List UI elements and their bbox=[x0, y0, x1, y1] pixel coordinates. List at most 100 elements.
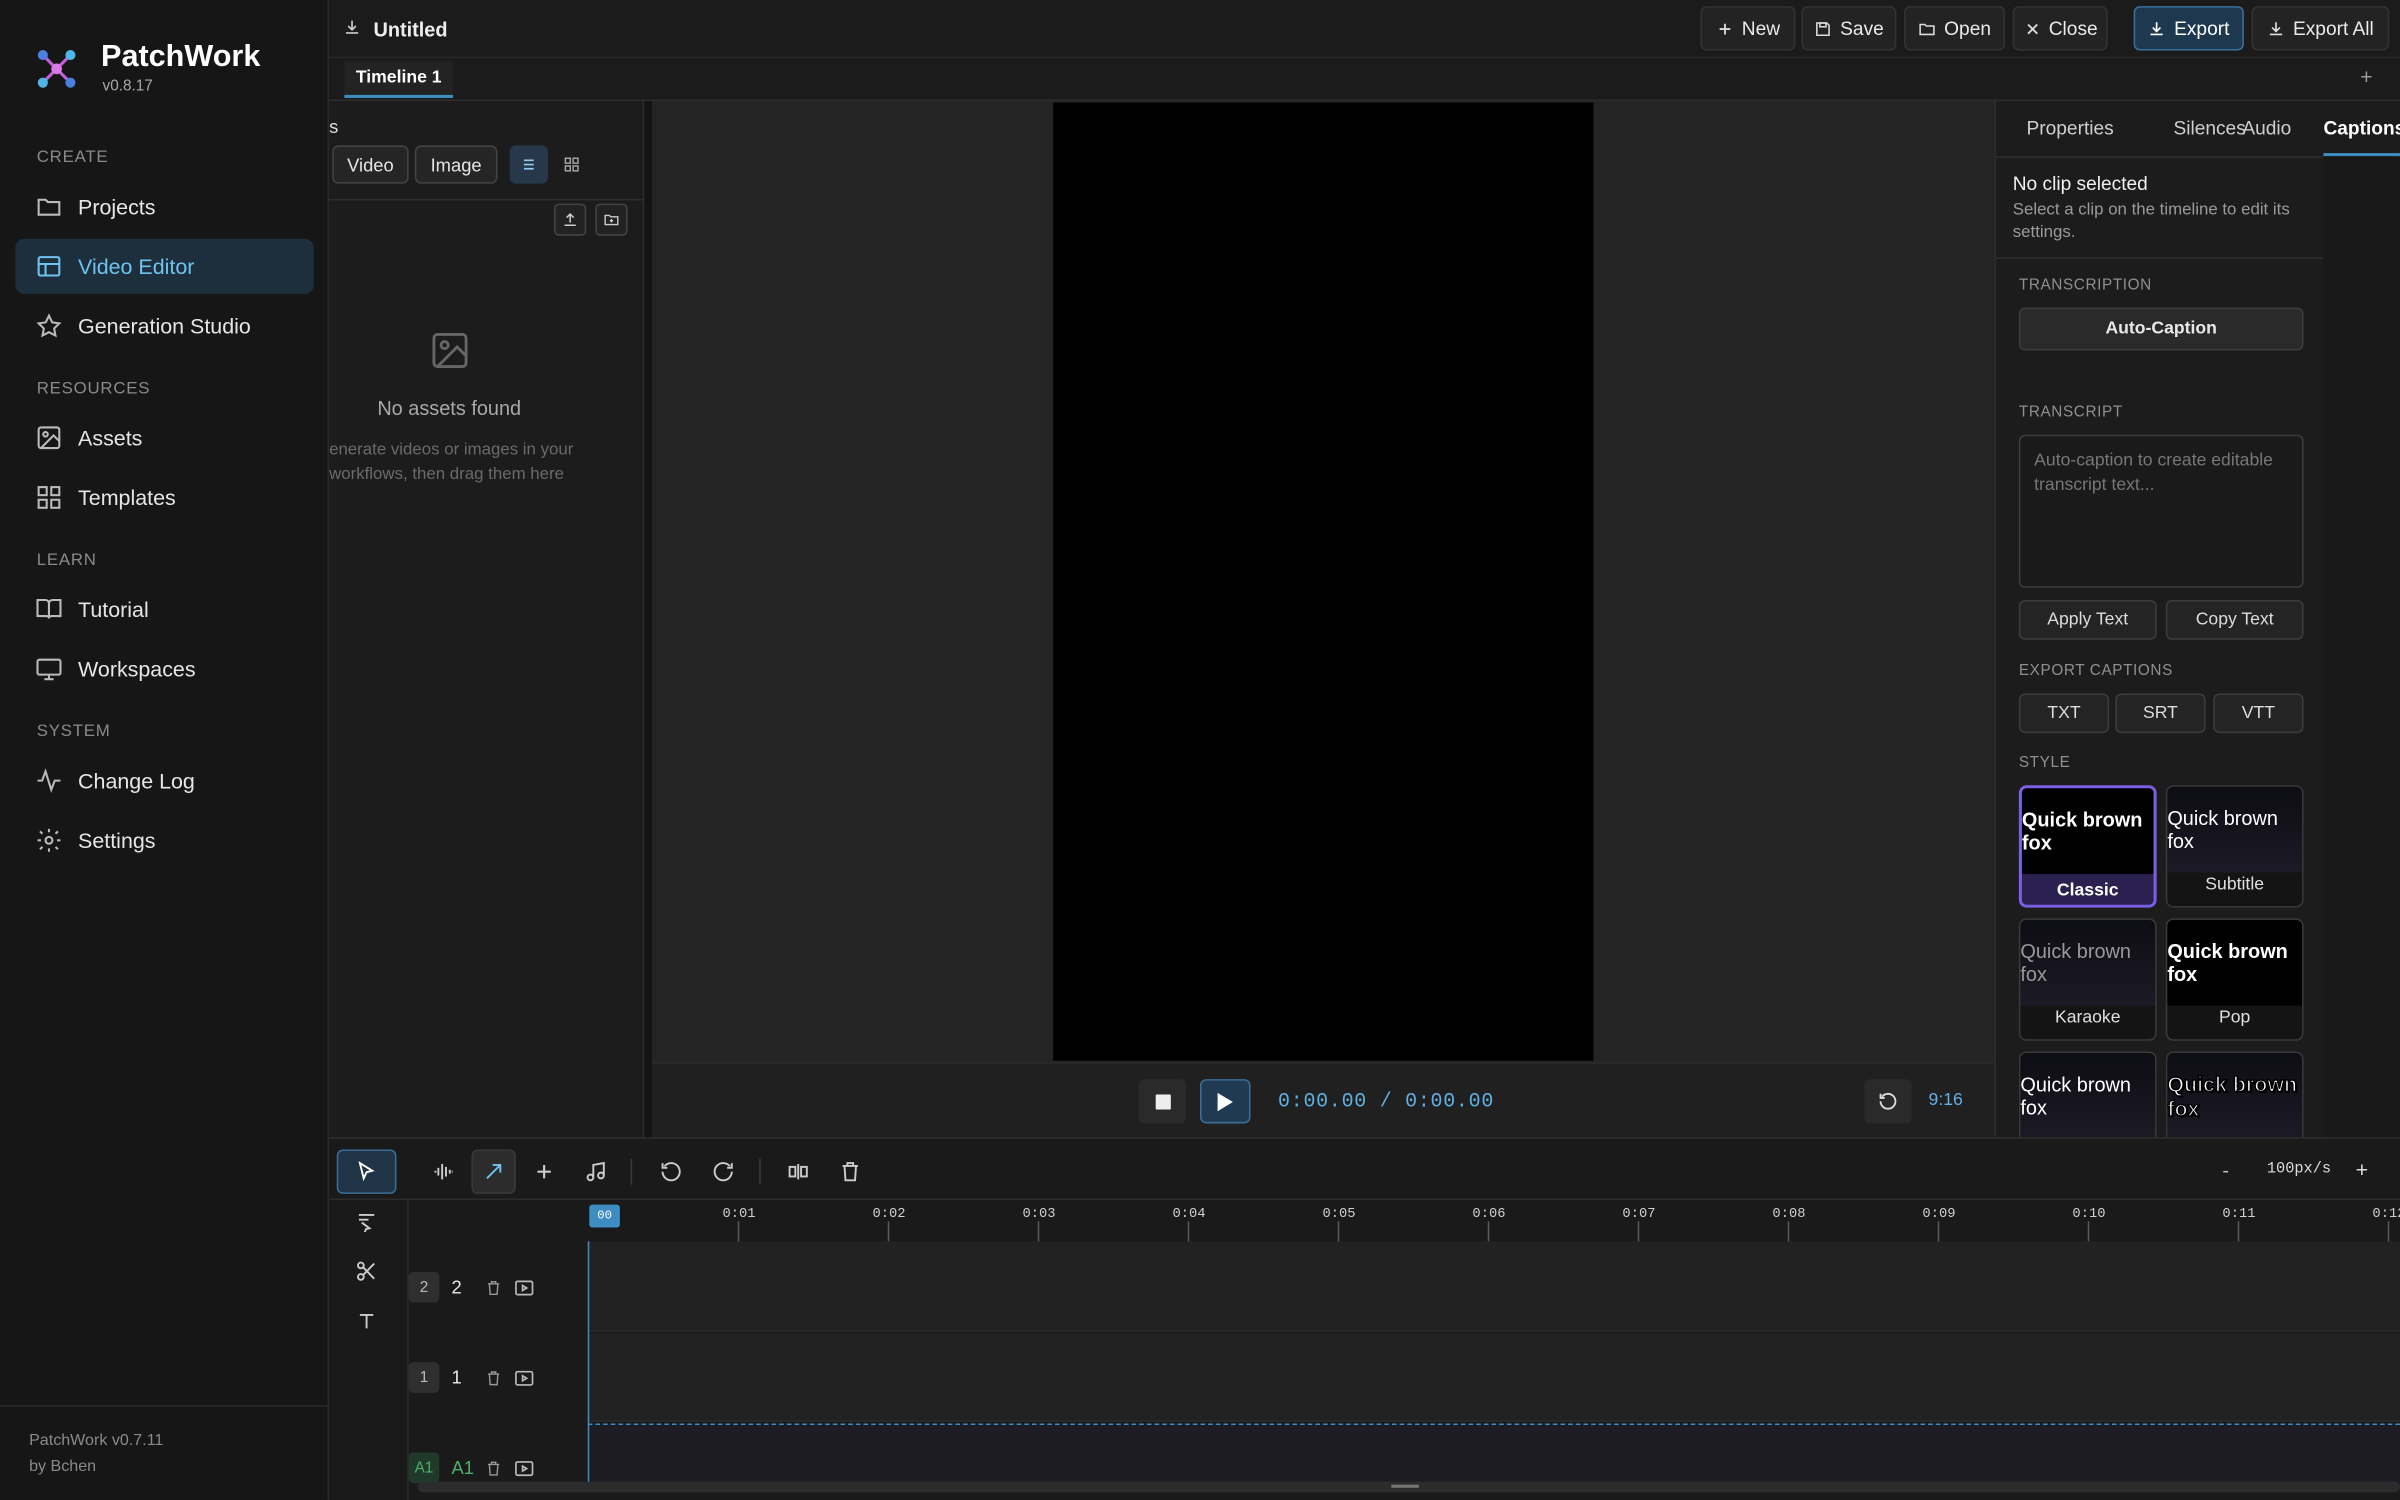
close-button[interactable]: Close bbox=[2012, 6, 2108, 51]
text-tool-button[interactable] bbox=[344, 1299, 388, 1343]
new-button[interactable]: New bbox=[1700, 6, 1796, 51]
assets-panel: s Video Image No assets found enerate vi… bbox=[329, 101, 645, 1138]
section-learn: LEARN bbox=[36, 551, 97, 570]
style-card-subtitle[interactable]: Quick brown fox Subtitle bbox=[2165, 785, 2304, 908]
list-view-button[interactable] bbox=[509, 145, 548, 184]
section-resources: RESOURCES bbox=[36, 379, 151, 398]
grid-view-button[interactable] bbox=[553, 145, 591, 183]
sidebar-item-templates[interactable]: Templates bbox=[15, 470, 313, 525]
split-button[interactable] bbox=[776, 1149, 820, 1193]
track-lane-1[interactable] bbox=[587, 1333, 2400, 1422]
zoom-out-button[interactable]: - bbox=[2222, 1159, 2229, 1182]
track-lane-a1[interactable] bbox=[587, 1423, 2400, 1485]
video-canvas[interactable] bbox=[1053, 102, 1594, 1061]
new-folder-button[interactable] bbox=[595, 203, 628, 236]
export-txt-button[interactable]: TXT bbox=[2018, 693, 2110, 734]
delete-button[interactable] bbox=[828, 1149, 872, 1193]
ruler-tick-label: 0:07 bbox=[1622, 1206, 1656, 1222]
section-system: SYSTEM bbox=[36, 722, 111, 741]
open-button[interactable]: Open bbox=[1904, 6, 2006, 51]
track-header-1: 1 1 bbox=[408, 1362, 590, 1393]
trash-icon[interactable] bbox=[485, 1459, 502, 1476]
save-button[interactable]: Save bbox=[1801, 6, 1897, 51]
trash-icon[interactable] bbox=[485, 1369, 502, 1386]
undo-button[interactable] bbox=[649, 1149, 693, 1193]
ruler-tick bbox=[2387, 1221, 2390, 1243]
reset-button[interactable] bbox=[1864, 1079, 1912, 1124]
track-header-2: 2 2 bbox=[408, 1271, 590, 1303]
layout-icon bbox=[37, 256, 61, 277]
sidebar-item-tutorial[interactable]: Tutorial bbox=[15, 582, 313, 637]
ramp-tool-button[interactable] bbox=[471, 1149, 516, 1194]
tab-properties[interactable]: Properties bbox=[2027, 118, 2114, 139]
ruler-tick-label: 0:08 bbox=[1772, 1206, 1806, 1222]
tab-audio[interactable]: Audio bbox=[2242, 118, 2291, 139]
transcript-textarea[interactable]: Auto-caption to create editable transcri… bbox=[2018, 434, 2304, 588]
auto-caption-button[interactable]: Auto-Caption bbox=[2018, 307, 2304, 351]
tab-silences[interactable]: Silences bbox=[2173, 118, 2245, 139]
select-tool-button[interactable] bbox=[336, 1149, 397, 1194]
zoom-in-button[interactable]: + bbox=[2356, 1157, 2369, 1181]
sidebar-item-projects[interactable]: Projects bbox=[15, 179, 313, 234]
sidebar-item-assets[interactable]: Assets bbox=[15, 410, 313, 465]
ruler-tick bbox=[2087, 1221, 2090, 1243]
add-audio-button[interactable] bbox=[574, 1149, 618, 1193]
activity-icon bbox=[37, 768, 61, 793]
filter-video-button[interactable]: Video bbox=[332, 145, 409, 184]
copy-text-button[interactable]: Copy Text bbox=[2165, 599, 2304, 640]
style-card-6[interactable]: Quick brown fox bbox=[2165, 1051, 2304, 1138]
empty-state-line-2: workflows, then drag them here bbox=[329, 465, 564, 484]
filter-image-button[interactable]: Image bbox=[414, 145, 498, 184]
track-number: A1 bbox=[408, 1452, 440, 1484]
time-ruler[interactable]: 0:01 0:02 0:03 0:04 0:05 0:06 0:07 0:08 0:09 0:10… bbox=[588, 1200, 2400, 1243]
cut-tool-button[interactable] bbox=[344, 1249, 388, 1293]
zoom-level: 100px/s bbox=[2266, 1161, 2332, 1179]
video-icon[interactable] bbox=[514, 1277, 534, 1297]
divider bbox=[1995, 156, 2325, 158]
stop-button[interactable] bbox=[1138, 1079, 1187, 1124]
sidebar-item-video-editor[interactable]: Video Editor bbox=[15, 238, 314, 294]
rotate-ccw-icon bbox=[1879, 1092, 1897, 1110]
apply-text-button[interactable]: Apply Text bbox=[2018, 599, 2157, 640]
play-button[interactable] bbox=[1199, 1079, 1251, 1124]
track-name: 2 bbox=[451, 1276, 462, 1298]
add-tab-button[interactable]: + bbox=[2360, 64, 2373, 88]
aspect-ratio-button[interactable]: 9:16 bbox=[1929, 1091, 1963, 1109]
track-lane-2[interactable] bbox=[587, 1241, 2400, 1332]
horizontal-scrollbar[interactable] bbox=[417, 1481, 2400, 1493]
tab-captions[interactable]: Captions bbox=[2323, 101, 2400, 157]
style-card-5[interactable]: Quick brown fox bbox=[2018, 1051, 2157, 1138]
playhead[interactable]: 00 bbox=[589, 1204, 620, 1228]
video-icon[interactable] bbox=[514, 1458, 534, 1478]
style-card-karaoke[interactable]: Quick brown fox Karaoke bbox=[2018, 918, 2157, 1041]
video-icon[interactable] bbox=[514, 1368, 534, 1388]
sidebar-item-settings[interactable]: Settings bbox=[15, 813, 313, 868]
track-name: 1 bbox=[451, 1366, 462, 1389]
export-button[interactable]: Export bbox=[2133, 6, 2244, 51]
trash-icon[interactable] bbox=[485, 1279, 502, 1296]
ruler-tick bbox=[1187, 1221, 1190, 1243]
tab-timeline-1[interactable]: Timeline 1 bbox=[344, 61, 454, 98]
text-icon bbox=[359, 1314, 374, 1329]
sidebar-item-label: Tutorial bbox=[78, 596, 149, 622]
export-vtt-button[interactable]: VTT bbox=[2213, 693, 2304, 734]
upload-button[interactable] bbox=[554, 203, 587, 236]
export-srt-button[interactable]: SRT bbox=[2115, 693, 2206, 734]
style-card-pop[interactable]: Quick brown fox Pop bbox=[2165, 918, 2304, 1041]
multi-select-tool-button[interactable] bbox=[344, 1198, 388, 1242]
sidebar-item-workspaces[interactable]: Workspaces bbox=[15, 641, 313, 696]
sidebar-item-change-log[interactable]: Change Log bbox=[15, 753, 313, 808]
export-all-button-label: Export All bbox=[2292, 17, 2374, 40]
ruler-tick bbox=[1037, 1221, 1040, 1243]
sidebar-item-generation-studio[interactable]: Generation Studio bbox=[15, 298, 313, 353]
scrollbar-grip[interactable] bbox=[1391, 1484, 1419, 1488]
waveform-button[interactable] bbox=[421, 1149, 465, 1193]
ruler-tick bbox=[737, 1221, 740, 1243]
top-bar: Untitled New Save Open Close Export Expo… bbox=[329, 0, 2400, 59]
style-card-classic[interactable]: Quick brown fox Classic bbox=[2018, 785, 2157, 908]
redo-button[interactable] bbox=[701, 1149, 745, 1193]
add-track-button[interactable] bbox=[522, 1149, 566, 1193]
export-all-button[interactable]: Export All bbox=[2251, 6, 2390, 51]
sidebar-item-label: Workspaces bbox=[78, 656, 196, 682]
panel-resize-handle[interactable] bbox=[644, 101, 653, 1138]
